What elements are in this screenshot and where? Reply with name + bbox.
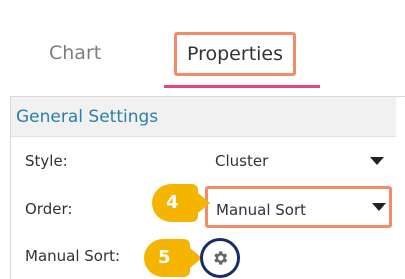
tab-properties[interactable]: Properties — [174, 32, 296, 76]
gear-icon — [214, 251, 228, 265]
style-dropdown[interactable]: Cluster — [215, 152, 268, 170]
order-dropdown-value: Manual Sort — [216, 201, 307, 219]
manual-sort-label: Manual Sort: — [25, 247, 121, 265]
order-dropdown[interactable]: Manual Sort — [205, 186, 392, 228]
chevron-down-icon — [372, 203, 386, 211]
order-label: Order: — [25, 200, 73, 218]
section-title[interactable]: General Settings — [11, 97, 396, 137]
properties-panel: Chart Properties General Settings Style:… — [0, 0, 405, 279]
chevron-down-icon[interactable] — [370, 157, 384, 165]
tab-chart[interactable]: Chart — [49, 38, 101, 68]
active-tab-indicator — [164, 85, 320, 88]
style-label: Style: — [25, 152, 68, 170]
manual-sort-settings-button[interactable] — [200, 238, 240, 278]
step-badge-5: 5 — [144, 239, 202, 277]
step-badge-4: 4 — [152, 184, 210, 222]
